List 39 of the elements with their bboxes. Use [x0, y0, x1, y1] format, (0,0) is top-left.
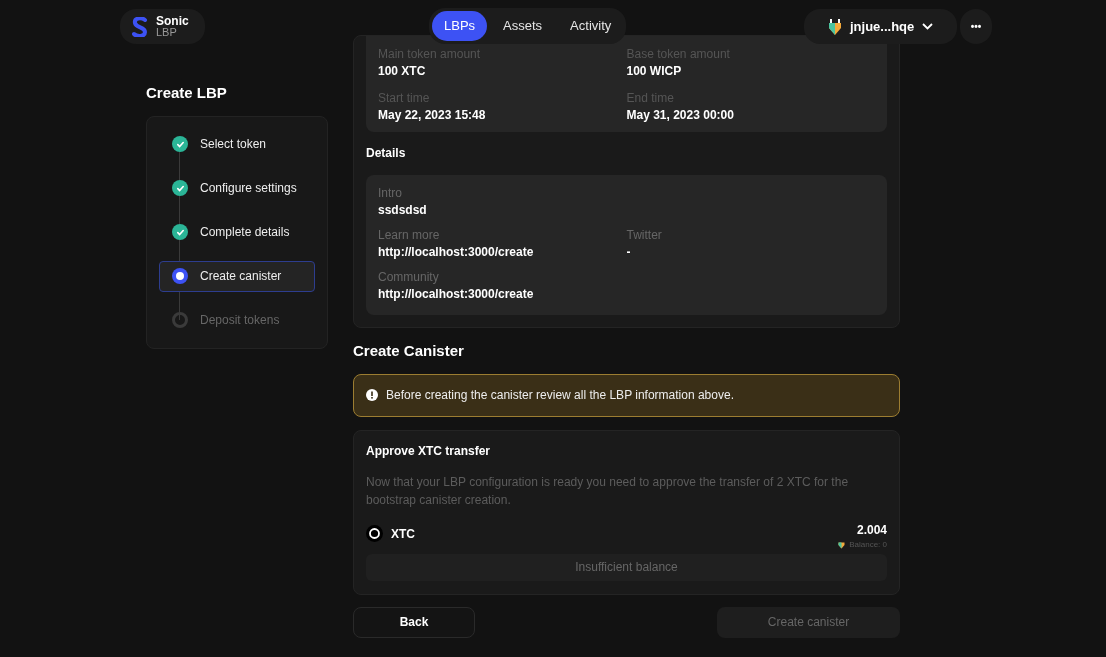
description-text: Now that your LBP configuration is ready you need to approve the transfer of 2 XTC for the bootstrap canister creation. — [366, 473, 850, 509]
logo-icon — [132, 16, 148, 37]
field-value: May 31, 2023 00:00 — [626, 107, 734, 124]
page-title: Create LBP — [146, 83, 228, 103]
step-item[interactable]: Create canister — [159, 260, 315, 292]
wallet-button[interactable]: jnjue...hqe — [804, 9, 958, 44]
field-label: Community — [378, 270, 439, 285]
field-value: ssdsdsd — [378, 202, 427, 219]
back-button[interactable]: Back — [353, 606, 475, 638]
step-item[interactable]: Configure settings — [159, 172, 315, 204]
field-value: http://localhost:3000/create — [378, 286, 534, 303]
nav-tab[interactable]: Activity — [558, 11, 624, 41]
nav-tab[interactable]: Assets — [491, 11, 555, 41]
nav-tab[interactable]: LBPs — [432, 11, 488, 41]
brand-subtitle: LBP — [156, 26, 178, 38]
section-title: Create Canister — [353, 341, 465, 361]
brand-logo[interactable]: Sonic LBP — [120, 9, 205, 44]
field-label: Intro — [378, 186, 402, 201]
token-amount: 2.004 — [856, 521, 887, 539]
field-value: 100 XTC — [378, 63, 426, 80]
chevron-down-icon — [922, 23, 934, 30]
field-label: Learn more — [378, 228, 440, 243]
token-icon — [366, 525, 383, 542]
field-value: 100 WICP — [626, 63, 682, 80]
alert-icon — [366, 389, 378, 401]
field-label: Twitter — [626, 228, 662, 243]
plug-icon — [828, 17, 842, 36]
step-item[interactable]: Complete details — [159, 216, 315, 248]
field-value: http://localhost:3000/create — [378, 244, 534, 261]
warning-text: Before creating the canister review all the LBP information above. — [386, 387, 734, 404]
card-title: Approve XTC transfer — [366, 442, 492, 460]
brand-name: Sonic — [156, 15, 189, 27]
token-symbol: XTC — [391, 525, 415, 543]
section-title: Details — [366, 145, 407, 162]
field-value: - — [626, 244, 631, 261]
more-button[interactable]: ••• — [960, 9, 992, 44]
step-item[interactable]: Select token — [159, 128, 315, 160]
field-value: May 22, 2023 15:48 — [378, 107, 486, 124]
plug-icon — [838, 540, 846, 549]
